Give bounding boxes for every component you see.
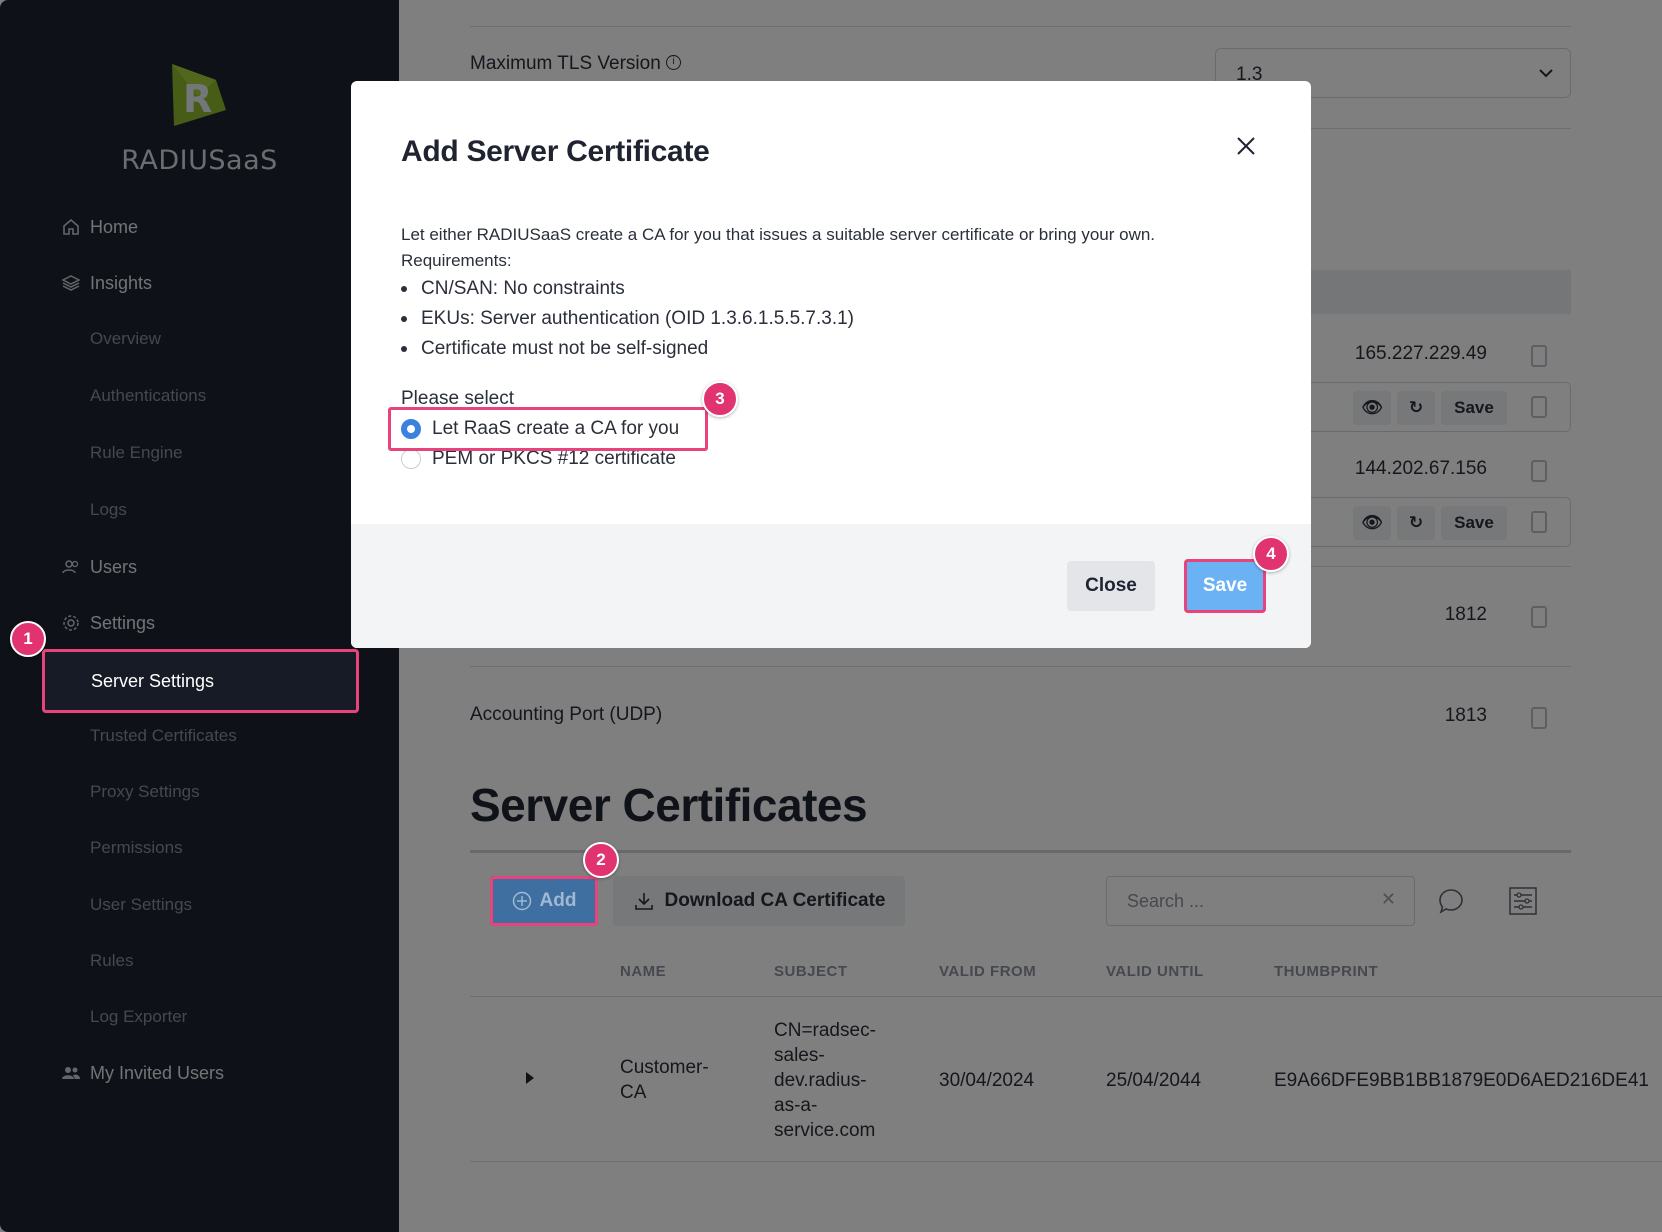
list-item: EKUs: Server authentication (OID 1.3.6.1…: [401, 304, 854, 334]
close-button[interactable]: Close: [1067, 561, 1155, 611]
step-badge: 2: [583, 842, 619, 878]
add-certificate-button-highlight[interactable]: Add: [490, 876, 598, 926]
step-badge: 4: [1253, 536, 1289, 572]
dialog-description: Let either RADIUSaaS create a CA for you…: [401, 225, 1156, 270]
add-label: Add: [539, 890, 577, 911]
list-item: Certificate must not be self-signed: [401, 334, 854, 364]
option-label: PEM or PKCS #12 certificate: [432, 448, 676, 469]
requirements-list: CN/SAN: No constraints EKUs: Server auth…: [401, 274, 854, 364]
list-item: CN/SAN: No constraints: [401, 274, 854, 304]
sidebar-item-server-settings-highlight[interactable]: Server Settings: [42, 649, 359, 713]
save-button[interactable]: Save: [1184, 559, 1266, 613]
dialog-footer: [351, 524, 1311, 648]
radio-unselected[interactable]: [401, 449, 421, 469]
step-badge: 1: [10, 621, 46, 657]
plus-circle-icon: [512, 891, 531, 911]
sidebar-item-label: Server Settings: [91, 670, 215, 691]
highlight-frame: [388, 407, 708, 451]
dialog-title: Add Server Certificate: [401, 135, 710, 168]
close-icon[interactable]: [1233, 133, 1259, 159]
step-badge: 3: [702, 381, 738, 417]
add-server-certificate-dialog: Add Server Certificate Let either RADIUS…: [351, 81, 1311, 648]
